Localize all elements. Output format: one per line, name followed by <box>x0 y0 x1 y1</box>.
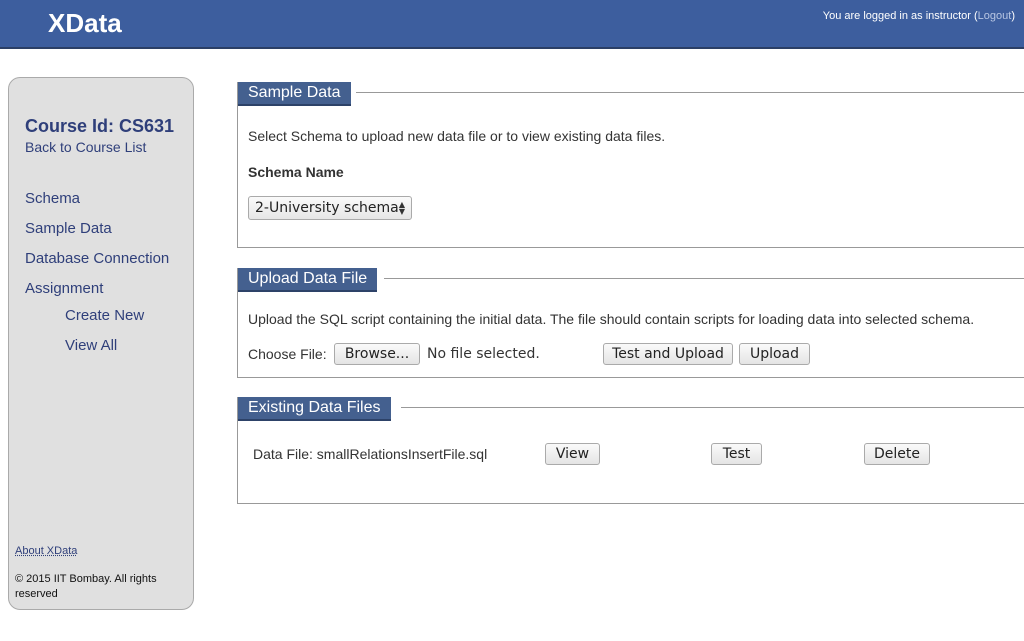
sample-data-description: Select Schema to upload new data file or… <box>248 128 666 144</box>
back-to-course-list-link[interactable]: Back to Course List <box>25 139 146 155</box>
browse-button[interactable]: Browse... <box>334 343 420 365</box>
panel-divider <box>401 407 1024 408</box>
upload-data-file-legend: Upload Data File <box>238 268 378 292</box>
upload-data-file-panel: Upload Data File Upload the SQL script c… <box>237 268 1024 378</box>
copyright-text: © 2015 IIT Bombay. All rights reserved <box>15 573 157 600</box>
choose-file-label: Choose File: <box>248 346 327 362</box>
course-id-title: Course Id: CS631 <box>25 116 175 136</box>
test-file-button[interactable]: Test <box>711 443 762 465</box>
sidebar-item-schema[interactable]: Schema <box>25 190 80 207</box>
test-and-upload-button[interactable]: Test and Upload <box>603 343 733 365</box>
logout-link[interactable]: Logout <box>978 10 1012 22</box>
panel-divider <box>356 92 1024 93</box>
about-xdata-link[interactable]: About XData <box>15 545 77 557</box>
upload-button[interactable]: Upload <box>739 343 810 365</box>
view-file-button[interactable]: View <box>545 443 600 465</box>
schema-select-value: 2-University schema <box>255 200 399 216</box>
sidebar-item-sample-data[interactable]: Sample Data <box>25 220 112 237</box>
sample-data-panel: Sample Data Select Schema to upload new … <box>237 82 1024 248</box>
app-title: XData <box>48 8 122 38</box>
login-status-suffix: ) <box>1011 10 1015 22</box>
existing-data-files-legend: Existing Data Files <box>238 397 391 421</box>
login-status-text: You are logged in as instructor ( <box>822 10 978 22</box>
sample-data-legend: Sample Data <box>238 82 351 106</box>
select-arrows-icon: ▲ ▼ <box>398 200 405 216</box>
schema-select[interactable]: 2-University schema ▲ ▼ <box>248 196 412 220</box>
existing-data-files-panel: Existing Data Files Data File: smallRela… <box>237 397 1024 504</box>
sidebar: Course Id: CS631 Back to Course List Sch… <box>8 77 194 610</box>
schema-name-label: Schema Name <box>248 164 344 180</box>
file-status-text: No file selected. <box>427 346 540 362</box>
sidebar-subitem-view-all[interactable]: View All <box>65 337 117 354</box>
sidebar-item-database-connection[interactable]: Database Connection <box>25 250 169 267</box>
upload-description: Upload the SQL script containing the ini… <box>248 311 975 327</box>
login-info: You are logged in as instructor (Logout) <box>823 10 1015 22</box>
sidebar-item-assignment[interactable]: Assignment <box>25 280 103 297</box>
top-header-bar: XData You are logged in as instructor (L… <box>0 0 1024 49</box>
panel-divider <box>384 278 1024 279</box>
sidebar-subitem-create-new[interactable]: Create New <box>65 307 144 324</box>
delete-file-button[interactable]: Delete <box>864 443 930 465</box>
data-file-name: Data File: smallRelationsInsertFile.sql <box>253 446 488 462</box>
